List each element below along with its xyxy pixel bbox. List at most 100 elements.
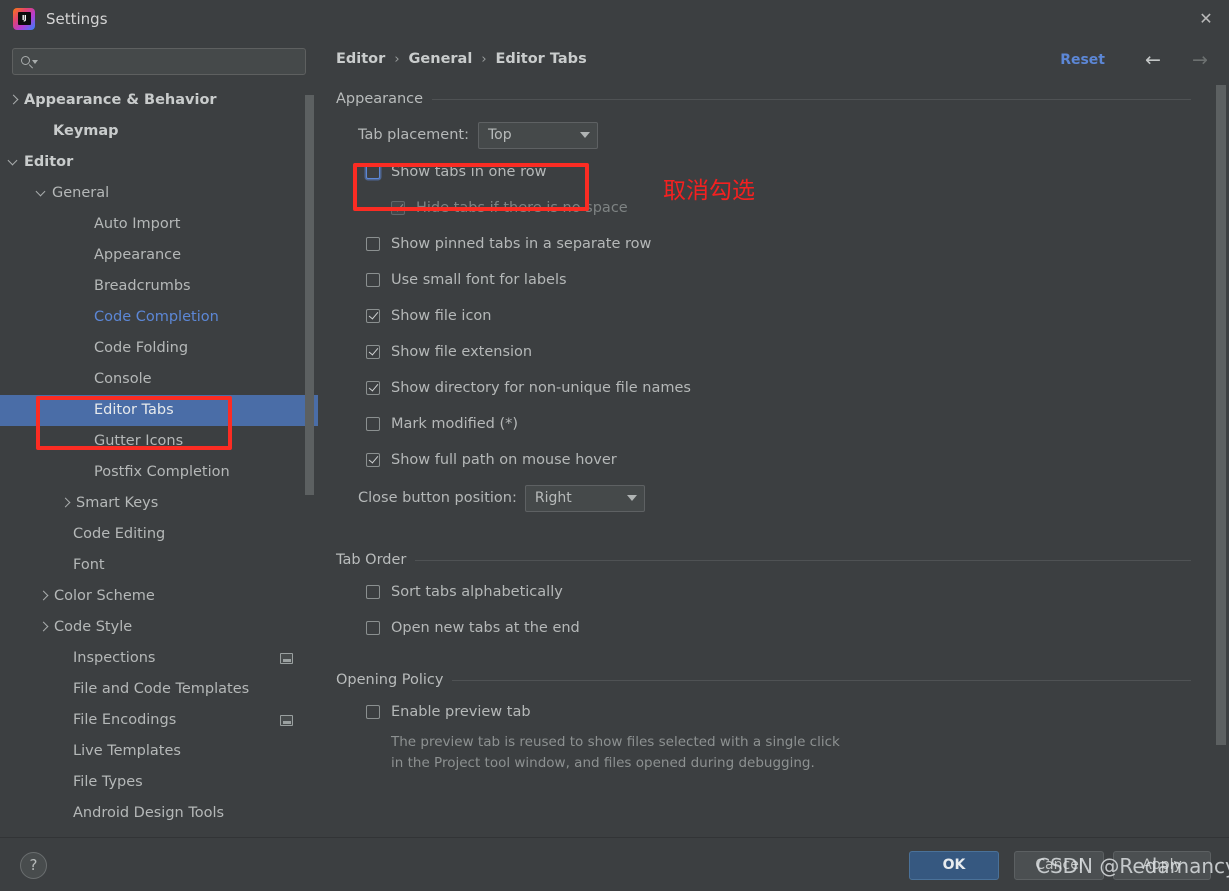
checkbox-label: Show tabs in one row (391, 164, 547, 180)
reset-button[interactable]: Reset (1060, 52, 1105, 68)
sidebar-item-appearance[interactable]: Appearance (0, 240, 318, 271)
sidebar-item-code-completion[interactable]: Code Completion (0, 302, 318, 333)
chevron-right-icon[interactable] (38, 622, 49, 633)
checkbox-row[interactable]: Mark modified (*) (336, 406, 1229, 442)
checkbox-row[interactable]: Open new tabs at the end (336, 610, 1229, 646)
section-body: Tab placement: Top Show tabs in one row Hid… (336, 116, 1229, 518)
chevron-down-icon[interactable] (8, 157, 19, 168)
search-icon[interactable] (20, 54, 40, 70)
sidebar-item-gutter-icons[interactable]: Gutter Icons (0, 426, 318, 457)
checkbox-show-tabs-in-one-row[interactable] (366, 165, 380, 179)
sidebar-scrollbar[interactable] (305, 95, 314, 495)
checkbox-row[interactable]: Show file icon (336, 298, 1229, 334)
cancel-button[interactable]: Cancel (1014, 851, 1104, 880)
arrow-left-icon[interactable]: ← (1142, 50, 1164, 70)
sidebar-item-auto-import[interactable]: Auto Import (0, 209, 318, 240)
settings-dialog: IJ Settings ✕ Appearance & Behavior Keyma… (0, 0, 1229, 891)
tab-placement-select[interactable]: Top (477, 121, 598, 149)
sidebar-item-android-design-tools[interactable]: Android Design Tools (0, 798, 318, 829)
chevron-down-icon[interactable] (573, 132, 597, 138)
checkbox-row[interactable]: Hide tabs if there is no space (336, 190, 1229, 226)
sidebar-item-file-encodings[interactable]: File Encodings (0, 705, 318, 736)
intellij-idea-icon: IJ (13, 7, 35, 30)
close-button-position-select[interactable]: Right (524, 484, 645, 512)
chevron-right-icon[interactable] (38, 591, 49, 602)
checkbox-row[interactable]: Show tabs in one row (336, 154, 1229, 190)
sidebar-item-color-scheme[interactable]: Color Scheme (0, 581, 318, 612)
checkbox-row[interactable]: Show file extension (336, 334, 1229, 370)
main-scrollbar[interactable] (1216, 85, 1226, 745)
help-button[interactable]: ? (20, 852, 47, 879)
checkbox-show-file-icon[interactable] (366, 309, 380, 323)
sidebar-item-editor-tabs[interactable]: Editor Tabs (0, 395, 318, 426)
checkbox-show-directory-for-non-unique-file-names[interactable] (366, 381, 380, 395)
checkbox-row[interactable]: Show directory for non-unique file names (336, 370, 1229, 406)
search-box[interactable] (12, 48, 306, 75)
checkbox-enable-preview-tab[interactable] (366, 705, 380, 719)
checkbox-hide-tabs-if-there-is-no-space (391, 201, 405, 215)
arrow-right-icon[interactable]: → (1189, 50, 1211, 70)
sidebar-item-label: File Types (73, 774, 143, 791)
checkbox-row[interactable]: Show pinned tabs in a separate row (336, 226, 1229, 262)
sidebar-item-general[interactable]: General (0, 178, 318, 209)
ok-button[interactable]: OK (909, 851, 999, 880)
sidebar-item-appearance-behavior[interactable]: Appearance & Behavior (0, 85, 318, 116)
checkbox-use-small-font-for-labels[interactable] (366, 273, 380, 287)
sidebar-item-label: Inspections (73, 650, 156, 667)
section-header: Tab Order (336, 552, 1229, 568)
checkbox-open-new-tabs-at-the-end[interactable] (366, 621, 380, 635)
sidebar-item-file-types[interactable]: File Types (0, 767, 318, 798)
project-scope-icon (280, 715, 293, 726)
sidebar-item-file-and-code-templates[interactable]: File and Code Templates (0, 674, 318, 705)
chevron-right-icon[interactable] (8, 95, 19, 106)
sidebar-item-live-templates[interactable]: Live Templates (0, 736, 318, 767)
checkbox-show-pinned-tabs-in-a-separate-row[interactable] (366, 237, 380, 251)
sidebar-item-editor[interactable]: Editor (0, 147, 318, 178)
section-divider (432, 98, 1191, 100)
dialog-footer: ? OK Cancel Apply (0, 837, 1229, 891)
checkbox-row[interactable]: Enable preview tab (336, 694, 1229, 730)
settings-tree: Appearance & Behavior Keymap Editor General… (0, 85, 318, 829)
sidebar-item-smart-keys[interactable]: Smart Keys (0, 488, 318, 519)
sidebar-item-inspections[interactable]: Inspections (0, 643, 318, 674)
sidebar-item-code-style[interactable]: Code Style (0, 612, 318, 643)
section-body: Enable preview tab The preview tab is reu… (336, 694, 1229, 774)
sidebar-item-code-editing[interactable]: Code Editing (0, 519, 318, 550)
checkbox-row[interactable]: Sort tabs alphabetically (336, 574, 1229, 610)
chevron-right-icon[interactable] (60, 498, 71, 509)
search-input[interactable] (40, 54, 305, 69)
chevron-down-icon[interactable] (620, 495, 644, 501)
apply-button[interactable]: Apply (1113, 851, 1211, 880)
chevron-down-icon[interactable] (36, 188, 47, 199)
checkbox-show-file-extension[interactable] (366, 345, 380, 359)
sidebar-item-label: Keymap (53, 123, 119, 140)
close-icon[interactable]: ✕ (1183, 0, 1229, 37)
breadcrumb-item-1[interactable]: General (409, 51, 473, 67)
title-bar: IJ Settings ✕ (0, 0, 1229, 37)
help-line-1: The preview tab is reused to show files … (391, 734, 840, 750)
help-line-2: in the Project tool window, and files op… (391, 755, 815, 771)
sidebar-item-label: Console (94, 371, 152, 388)
sidebar-item-console[interactable]: Console (0, 364, 318, 395)
breadcrumb-item-0[interactable]: Editor (336, 51, 385, 67)
sidebar-item-font[interactable]: Font (0, 550, 318, 581)
sidebar-item-code-folding[interactable]: Code Folding (0, 333, 318, 364)
checkbox-row[interactable]: Show full path on mouse hover (336, 442, 1229, 478)
checkbox-label: Mark modified (*) (391, 416, 519, 432)
checkbox-mark-modified[interactable] (366, 417, 380, 431)
checkbox-show-full-path-on-mouse-hover[interactable] (366, 453, 380, 467)
sidebar-item-postfix-completion[interactable]: Postfix Completion (0, 457, 318, 488)
checkbox-sort-tabs-alphabetically[interactable] (366, 585, 380, 599)
preview-tab-help-text: The preview tab is reused to show files … (336, 732, 1229, 774)
checkbox-row[interactable]: Use small font for labels (336, 262, 1229, 298)
sidebar-item-keymap[interactable]: Keymap (0, 116, 318, 147)
sidebar-item-breadcrumbs[interactable]: Breadcrumbs (0, 271, 318, 302)
